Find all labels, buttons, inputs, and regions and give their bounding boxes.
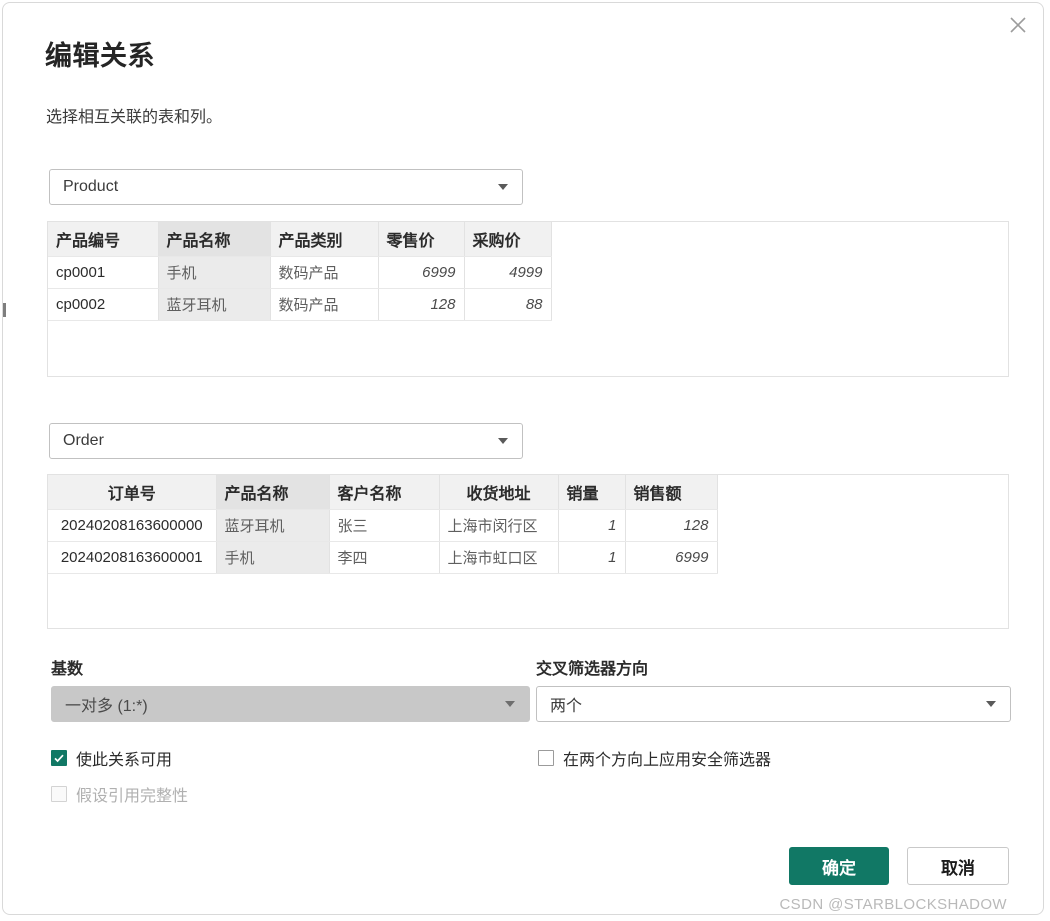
checkbox-box-icon bbox=[51, 786, 67, 802]
table-row: 20240208163600001 手机 李四 上海市虹口区 1 6999 bbox=[48, 541, 718, 574]
table-row: cp0001 手机 数码产品 6999 4999 bbox=[48, 256, 552, 289]
table-product-grid: 产品编号 产品名称 产品类别 零售价 采购价 cp0001 手机 数码产品 69… bbox=[48, 222, 552, 321]
ok-button[interactable]: 确定 bbox=[789, 847, 889, 885]
table-cell: 李四 bbox=[329, 541, 440, 574]
table-row: 20240208163600000 蓝牙耳机 张三 上海市闵行区 1 128 bbox=[48, 509, 718, 542]
crossfilter-select[interactable]: 两个 bbox=[536, 686, 1011, 722]
column-header[interactable]: 客户名称 bbox=[329, 475, 440, 510]
edit-relationship-dialog: 编辑关系 选择相互关联的表和列。 Product 产品编号 产品名称 产品类别 … bbox=[2, 2, 1044, 915]
table-header-row: 产品编号 产品名称 产品类别 零售价 采购价 bbox=[48, 222, 552, 257]
checkbox-make-relationship-active[interactable]: 使此关系可用 bbox=[51, 746, 172, 770]
cardinality-select[interactable]: 一对多 (1:*) bbox=[51, 686, 530, 722]
chevron-down-icon bbox=[986, 701, 996, 707]
table-cell: 上海市闵行区 bbox=[439, 509, 559, 542]
table-cell: 20240208163600000 bbox=[48, 509, 217, 542]
table-cell: 1 bbox=[558, 509, 626, 542]
column-header-selected[interactable]: 产品名称 bbox=[216, 475, 330, 510]
checkbox-apply-security-filter-both-directions[interactable]: 在两个方向上应用安全筛选器 bbox=[538, 746, 771, 770]
table-header-row: 订单号 产品名称 客户名称 收货地址 销量 销售额 bbox=[48, 475, 718, 510]
column-header[interactable]: 订单号 bbox=[48, 475, 217, 510]
table-cell: 张三 bbox=[329, 509, 440, 542]
table-cell: 20240208163600001 bbox=[48, 541, 217, 574]
column-header[interactable]: 收货地址 bbox=[439, 475, 559, 510]
column-header[interactable]: 产品编号 bbox=[48, 222, 159, 257]
checkbox-label: 假设引用完整性 bbox=[76, 788, 189, 805]
close-icon[interactable] bbox=[1001, 8, 1035, 42]
checkbox-label: 使此关系可用 bbox=[76, 752, 173, 769]
chevron-down-icon bbox=[505, 701, 515, 707]
table-selector-order[interactable]: Order bbox=[49, 423, 523, 459]
table-selector-product-value: Product bbox=[63, 178, 119, 195]
table-cell: 88 bbox=[464, 288, 552, 321]
dialog-edge-marker bbox=[3, 303, 6, 317]
table-order-grid: 订单号 产品名称 客户名称 收货地址 销量 销售额 20240208163600… bbox=[48, 475, 718, 574]
chevron-down-icon bbox=[498, 438, 508, 444]
preview-table-order[interactable]: 订单号 产品名称 客户名称 收货地址 销量 销售额 20240208163600… bbox=[47, 474, 1009, 629]
crossfilter-value: 两个 bbox=[550, 698, 583, 715]
table-cell: 手机 bbox=[158, 256, 271, 289]
dialog-title: 编辑关系 bbox=[45, 41, 155, 71]
checkbox-label: 在两个方向上应用安全筛选器 bbox=[563, 752, 772, 769]
table-cell: 数码产品 bbox=[270, 256, 379, 289]
cardinality-label: 基数 bbox=[51, 661, 84, 678]
table-cell: 6999 bbox=[378, 256, 465, 289]
cardinality-value: 一对多 (1:*) bbox=[65, 698, 148, 715]
column-header[interactable]: 销售额 bbox=[625, 475, 718, 510]
table-row: cp0002 蓝牙耳机 数码产品 128 88 bbox=[48, 288, 552, 321]
table-cell: 1 bbox=[558, 541, 626, 574]
table-cell: cp0002 bbox=[48, 288, 159, 321]
watermark: CSDN @STARBLOCKSHADOW bbox=[779, 896, 1007, 913]
column-header[interactable]: 销量 bbox=[558, 475, 626, 510]
table-cell: 6999 bbox=[625, 541, 718, 574]
crossfilter-label: 交叉筛选器方向 bbox=[536, 661, 649, 678]
table-cell: 手机 bbox=[216, 541, 330, 574]
dialog-subtitle: 选择相互关联的表和列。 bbox=[46, 109, 223, 126]
table-cell: 蓝牙耳机 bbox=[158, 288, 271, 321]
table-cell: 上海市虹口区 bbox=[439, 541, 559, 574]
table-cell: 128 bbox=[625, 509, 718, 542]
table-cell: cp0001 bbox=[48, 256, 159, 289]
checkmark-icon bbox=[51, 750, 67, 766]
checkbox-assume-referential-integrity: 假设引用完整性 bbox=[51, 782, 188, 806]
column-header[interactable]: 产品类别 bbox=[270, 222, 379, 257]
column-header[interactable]: 采购价 bbox=[464, 222, 552, 257]
table-selector-order-value: Order bbox=[63, 432, 104, 449]
chevron-down-icon bbox=[498, 184, 508, 190]
table-cell: 128 bbox=[378, 288, 465, 321]
table-selector-product[interactable]: Product bbox=[49, 169, 523, 205]
cancel-button[interactable]: 取消 bbox=[907, 847, 1009, 885]
table-cell: 4999 bbox=[464, 256, 552, 289]
column-header[interactable]: 零售价 bbox=[378, 222, 465, 257]
preview-table-product[interactable]: 产品编号 产品名称 产品类别 零售价 采购价 cp0001 手机 数码产品 69… bbox=[47, 221, 1009, 377]
checkbox-box-icon bbox=[538, 750, 554, 766]
table-cell: 蓝牙耳机 bbox=[216, 509, 330, 542]
table-cell: 数码产品 bbox=[270, 288, 379, 321]
column-header-selected[interactable]: 产品名称 bbox=[158, 222, 271, 257]
